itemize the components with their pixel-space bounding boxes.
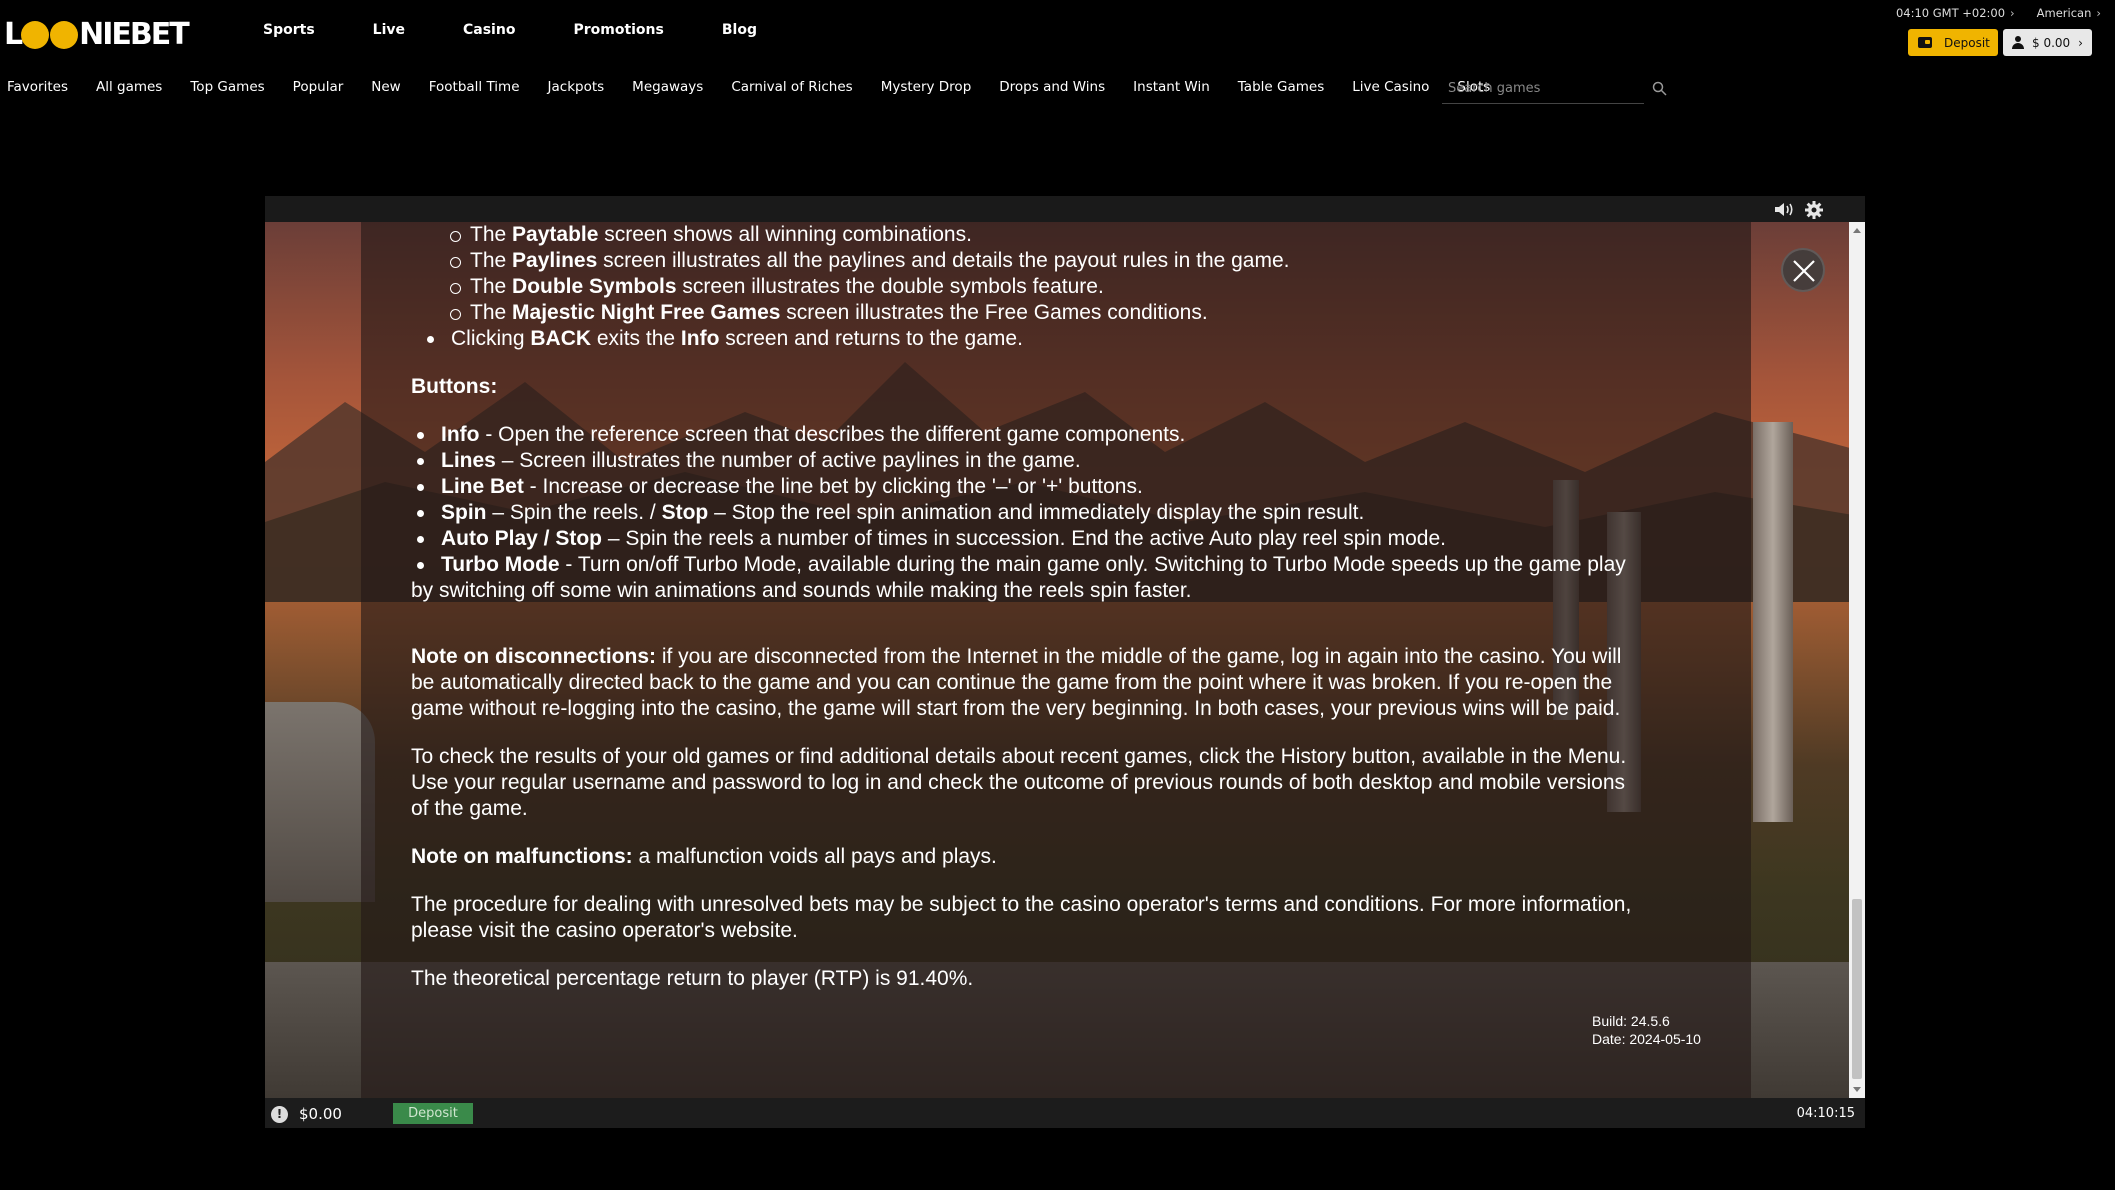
scrollbar-thumb[interactable] <box>1852 899 1862 1079</box>
ruin-rocks <box>265 702 375 902</box>
cat-live-casino[interactable]: Live Casino <box>1352 79 1429 95</box>
disconnect-note: Note on disconnections: if you are disco… <box>411 645 1622 668</box>
build-date: Date: 2024-05-10 <box>1592 1031 1701 1047</box>
back-line-list: Clicking BACK exits the Info screen and … <box>411 326 1691 352</box>
user-icon <box>2012 36 2024 49</box>
cat-mystery-drop[interactable]: Mystery Drop <box>881 79 972 95</box>
list-item: The Paylines screen illustrates all the … <box>450 248 1691 274</box>
list-item: Auto Play / Stop – Spin the reels a numb… <box>417 526 1691 552</box>
nav-sports[interactable]: Sports <box>263 22 315 38</box>
scroll-up-arrow-icon[interactable] <box>1853 228 1861 233</box>
sound-icon[interactable] <box>1773 201 1795 218</box>
logo-letter: L <box>4 16 23 52</box>
search-box <box>1442 74 1644 104</box>
cat-table-games[interactable]: Table Games <box>1238 79 1324 95</box>
wallet-icon <box>1918 37 1932 48</box>
game-frame: The Paytable screen shows all winning co… <box>265 196 1865 1128</box>
close-info-button[interactable] <box>1781 248 1825 292</box>
list-item: The Majestic Night Free Games screen ill… <box>450 300 1691 326</box>
cat-jackpots[interactable]: Jackpots <box>548 79 605 95</box>
game-balance: $0.00 <box>299 1105 342 1123</box>
game-top-bar <box>265 196 1865 222</box>
list-item: The Paytable screen shows all winning co… <box>450 222 1691 248</box>
logo-coin-icon <box>21 21 50 49</box>
list-item: The Double Symbols screen illustrates th… <box>450 274 1691 300</box>
list-item: Lines – Screen illustrates the number of… <box>417 448 1691 474</box>
history-line: of the game. <box>411 797 528 820</box>
procedure-note: The procedure for dealing with unresolve… <box>411 893 1632 916</box>
logo-coin-icon <box>50 21 79 49</box>
logo-letters: NIE <box>79 16 132 52</box>
chevron-right-icon: › <box>2096 6 2101 20</box>
game-deposit-button[interactable]: Deposit <box>393 1103 473 1124</box>
gear-icon[interactable] <box>1805 201 1823 219</box>
buttons-list: Info - Open the reference screen that de… <box>411 422 1691 578</box>
history-note: To check the results of your old games o… <box>411 745 1627 768</box>
game-rules-text: The Paytable screen shows all winning co… <box>411 222 1691 992</box>
top-right-info: 04:10 GMT +02:00 › American › <box>1896 6 2101 20</box>
game-bottom-bar: ! $0.00 Deposit 04:10:15 <box>265 1098 1865 1128</box>
time-zone-selector[interactable]: 04:10 GMT +02:00 › <box>1896 6 2015 20</box>
game-screen: The Paytable screen shows all winning co… <box>265 222 1865 1098</box>
nav-casino[interactable]: Casino <box>463 22 515 38</box>
account-balance-button[interactable]: $ 0.00 › <box>2003 29 2092 56</box>
list-item: Spin – Spin the reels. / Stop – Stop the… <box>417 500 1691 526</box>
info-subscreens-list: The Paytable screen shows all winning co… <box>411 222 1691 326</box>
build-info: Build: 24.5.6 Date: 2024-05-10 <box>1592 1012 1701 1048</box>
cat-drops-and-wins[interactable]: Drops and Wins <box>999 79 1105 95</box>
disconnect-line: be automatically directed back to the ga… <box>411 671 1613 694</box>
cat-football-time[interactable]: Football Time <box>429 79 520 95</box>
chevron-right-icon: › <box>2078 35 2083 50</box>
list-item: Turbo Mode - Turn on/off Turbo Mode, ava… <box>417 552 1691 578</box>
info-scrollbar[interactable] <box>1849 222 1865 1098</box>
nav-live[interactable]: Live <box>373 22 405 38</box>
nav-blog[interactable]: Blog <box>722 22 757 38</box>
list-item: Info - Open the reference screen that de… <box>417 422 1691 448</box>
procedure-line: please visit the casino operator's websi… <box>411 919 798 942</box>
odds-format-selector[interactable]: American › <box>2037 6 2101 20</box>
scroll-down-arrow-icon[interactable] <box>1853 1087 1861 1092</box>
search-icon[interactable] <box>1652 81 1667 96</box>
search-input[interactable] <box>1442 74 1644 102</box>
turbo-continuation: by switching off some win animations and… <box>411 579 1192 602</box>
cat-all-games[interactable]: All games <box>96 79 162 95</box>
logo-bet: BET <box>129 16 190 52</box>
ruin-column <box>1753 422 1793 822</box>
disconnect-line: game without re-logging into the casino,… <box>411 697 1621 720</box>
close-icon <box>1793 260 1815 282</box>
buttons-heading: Buttons: <box>411 375 498 398</box>
rtp-note: The theoretical percentage return to pla… <box>411 967 974 990</box>
nav-promotions[interactable]: Promotions <box>573 22 663 38</box>
cat-top-games[interactable]: Top Games <box>190 79 264 95</box>
cat-megaways[interactable]: Megaways <box>632 79 703 95</box>
header-deposit-button[interactable]: Deposit <box>1908 29 1998 56</box>
game-clock: 04:10:15 <box>1796 1106 1855 1121</box>
chevron-right-icon: › <box>2010 6 2015 20</box>
malfunction-note: Note on malfunctions: a malfunction void… <box>411 845 997 868</box>
history-line: Use your regular username and password t… <box>411 771 1626 794</box>
looniebet-logo[interactable]: L NIE BET <box>4 14 190 54</box>
main-nav: Sports Live Casino Promotions Blog <box>263 22 815 38</box>
list-item: Clicking BACK exits the Info screen and … <box>427 326 1691 352</box>
cat-favorites[interactable]: Favorites <box>7 79 68 95</box>
cat-popular[interactable]: Popular <box>293 79 344 95</box>
cat-new[interactable]: New <box>371 79 400 95</box>
list-item: Line Bet - Increase or decrease the line… <box>417 474 1691 500</box>
cat-carnival-of-riches[interactable]: Carnival of Riches <box>731 79 852 95</box>
build-version: Build: 24.5.6 <box>1592 1013 1670 1029</box>
info-icon[interactable]: ! <box>271 1106 288 1123</box>
category-nav: Favorites All games Top Games Popular Ne… <box>7 79 1518 95</box>
cat-instant-win[interactable]: Instant Win <box>1133 79 1210 95</box>
